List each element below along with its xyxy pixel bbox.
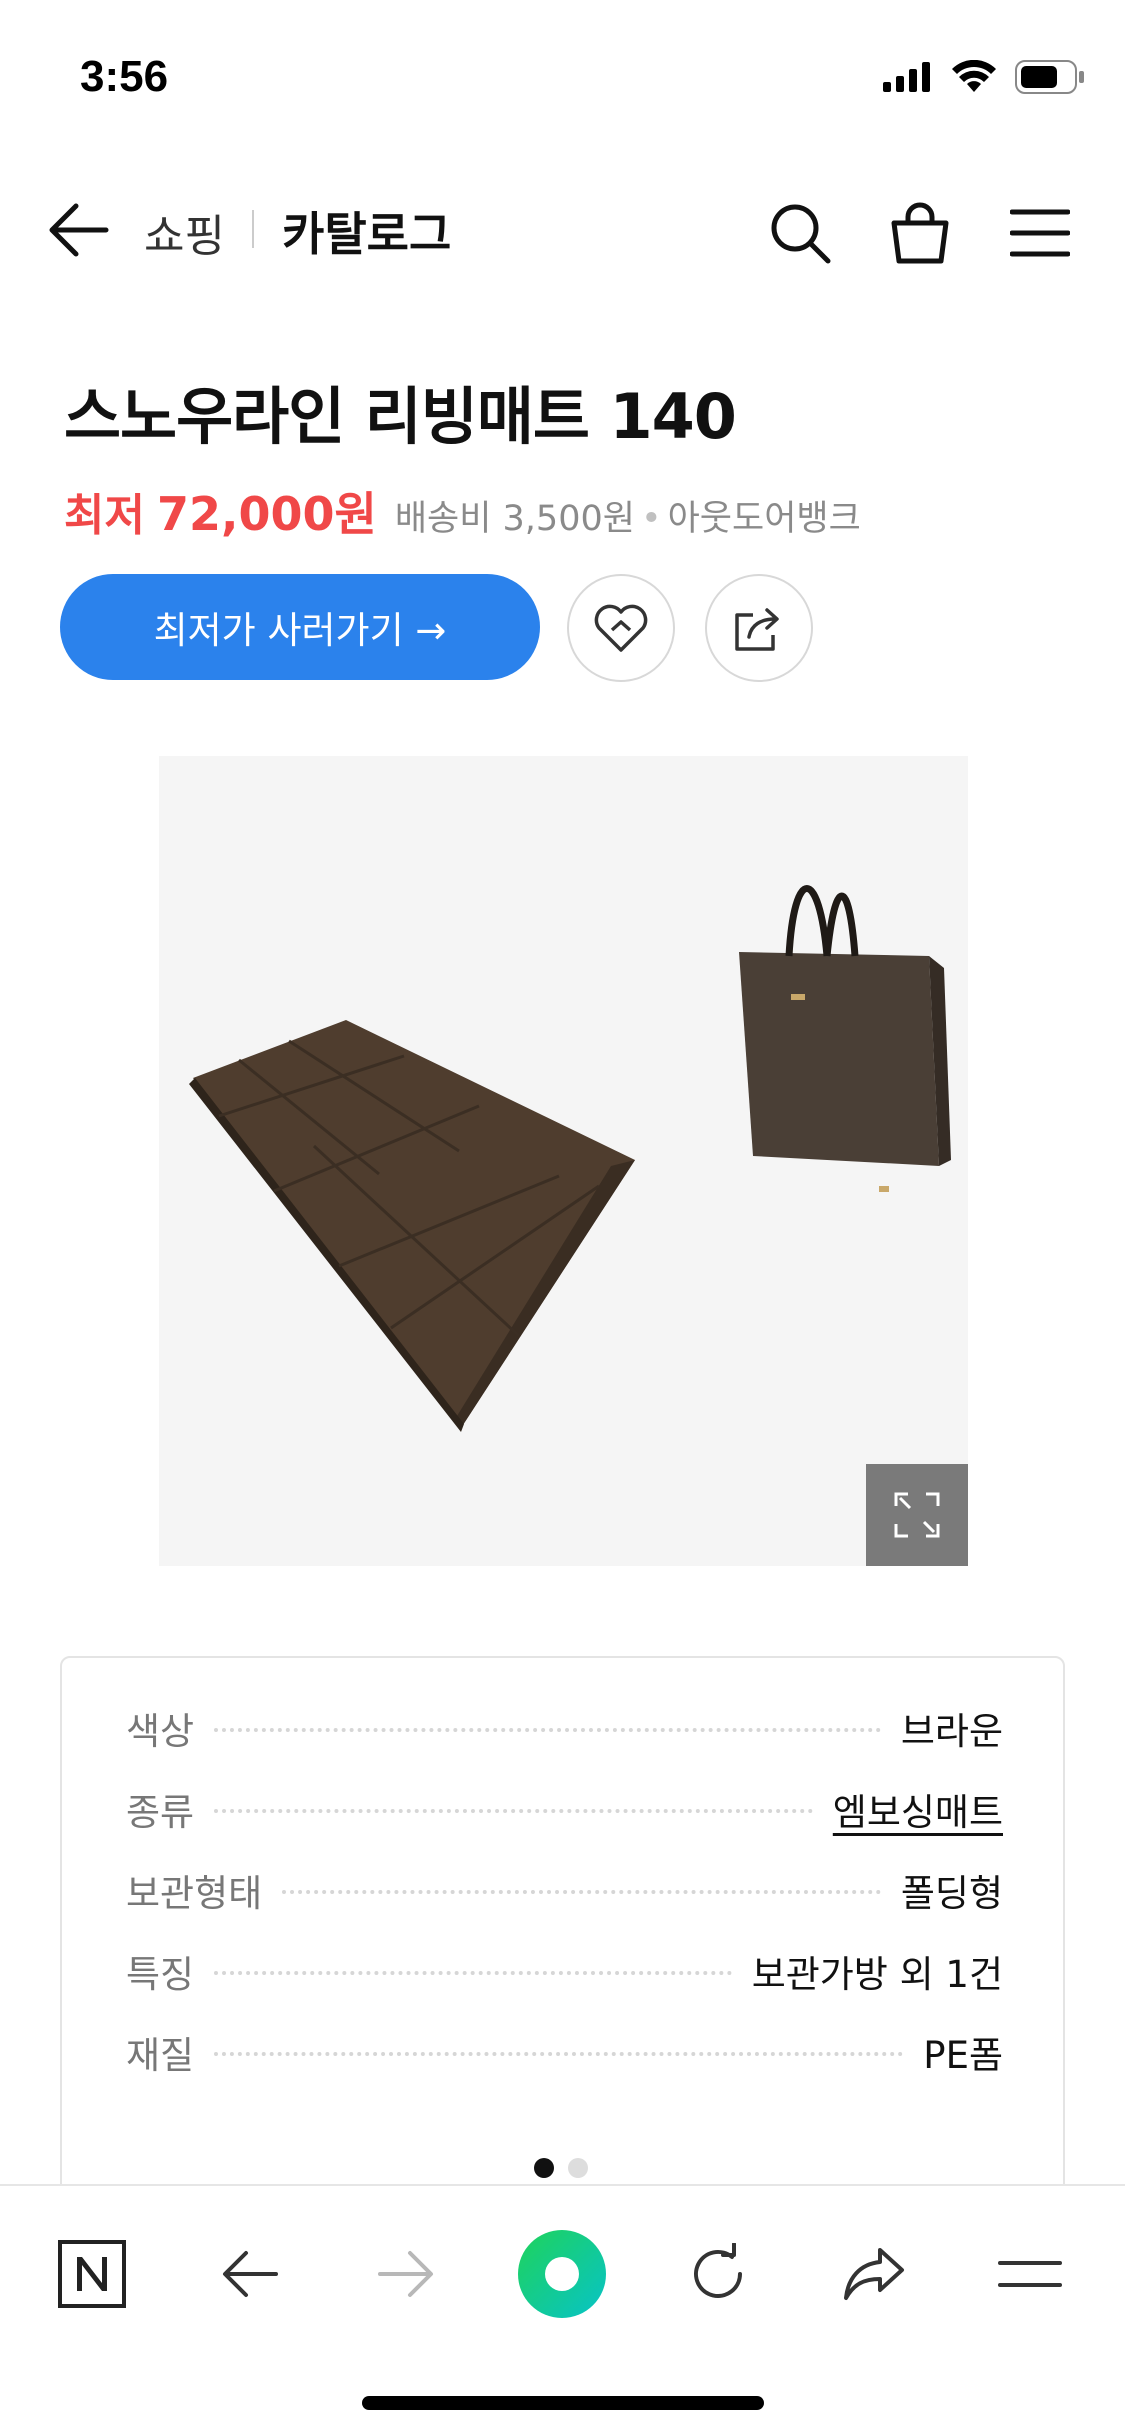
- heart-icon: [594, 604, 648, 652]
- menu-button[interactable]: [1002, 195, 1078, 271]
- wifi-icon: [952, 60, 996, 92]
- forward-icon: [378, 2251, 433, 2297]
- expand-icon: [894, 1492, 940, 1538]
- dotted-leader: [282, 1890, 881, 1894]
- toolbar-menu-button[interactable]: [982, 2226, 1078, 2322]
- spec-value: 폴딩형: [900, 1872, 1003, 1915]
- spec-row-color: 색상 브라운: [126, 1698, 1003, 1758]
- menu-icon: [1010, 209, 1070, 257]
- signal-icon: [883, 62, 930, 92]
- toolbar-share-button[interactable]: [826, 2226, 922, 2322]
- spec-label: 종류: [126, 1791, 195, 1834]
- status-icons: [883, 60, 1085, 94]
- seller-name[interactable]: 아웃도어뱅크: [668, 490, 861, 541]
- naver-n-icon: [58, 2240, 126, 2308]
- spec-value: 브라운: [900, 1710, 1003, 1753]
- spec-label: 보관형태: [126, 1872, 263, 1915]
- search-icon: [771, 204, 831, 264]
- green-home-button[interactable]: [514, 2226, 610, 2322]
- spec-row-type: 종류 엠보싱매트: [126, 1779, 1003, 1839]
- home-indicator[interactable]: [362, 2396, 764, 2410]
- breadcrumb-shopping[interactable]: 쇼핑: [144, 200, 225, 264]
- battery-icon: [1015, 60, 1084, 94]
- spec-row-storage: 보관형태 폴딩형: [126, 1860, 1003, 1920]
- shopping-bag-icon: [891, 202, 949, 264]
- spec-row-feature: 특징 보관가방 외 1건: [126, 1941, 1003, 2001]
- reload-button[interactable]: [670, 2226, 766, 2322]
- pager-dot[interactable]: [568, 2158, 588, 2178]
- green-dot-home-icon: [518, 2230, 606, 2318]
- price-row: 최저 72,000원 배송비 3,500원 • 아웃도어뱅크: [64, 478, 861, 544]
- spec-label: 색상: [126, 1710, 195, 1753]
- dotted-leader: [214, 1971, 732, 1975]
- shipping-fee: 배송비 3,500원: [394, 499, 635, 539]
- buy-lowest-price-button[interactable]: 최저가 사러가기 →: [60, 574, 540, 680]
- header: 쇼핑 카탈로그: [0, 180, 1125, 280]
- dotted-leader: [214, 1728, 881, 1732]
- pager-dot-active[interactable]: [534, 2158, 554, 2178]
- spec-row-material: 재질 PE폼: [126, 2022, 1003, 2082]
- lowest-price: 72,000원: [156, 487, 377, 541]
- spec-label: 특징: [126, 1953, 195, 1996]
- breadcrumb-catalog: 카탈로그: [282, 207, 452, 261]
- share-icon: [844, 2248, 904, 2300]
- spec-value-link[interactable]: 엠보싱매트: [833, 1782, 1003, 1836]
- expand-image-button[interactable]: [866, 1464, 968, 1566]
- spec-pager[interactable]: [534, 2158, 588, 2178]
- reload-icon: [694, 2243, 742, 2298]
- lowest-price-label: 최저: [64, 490, 145, 541]
- status-bar: 3:56: [0, 0, 1125, 150]
- share-button[interactable]: [705, 574, 813, 682]
- product-title: 스노우라인 리빙매트 140: [64, 380, 737, 453]
- wishlist-button[interactable]: [567, 574, 675, 682]
- separator-dot: •: [640, 499, 662, 539]
- spec-value: PE폼: [923, 2034, 1003, 2077]
- spec-value: 보관가방 외 1건: [751, 1953, 1003, 1996]
- menu-icon: [998, 2261, 1062, 2287]
- back-icon: [223, 2251, 278, 2297]
- status-time: 3:56: [80, 52, 169, 101]
- dotted-leader: [214, 1809, 813, 1813]
- browser-back-button[interactable]: [202, 2226, 298, 2322]
- naver-home-button[interactable]: [44, 2226, 140, 2322]
- browser-forward-button[interactable]: [358, 2226, 454, 2322]
- spec-label: 재질: [126, 2034, 195, 2077]
- back-arrow-icon: [49, 203, 109, 257]
- breadcrumb-divider: [252, 210, 254, 248]
- product-image[interactable]: [159, 756, 968, 1566]
- mat-and-bag-illustration: [189, 885, 951, 1432]
- dotted-leader: [214, 2052, 904, 2056]
- back-button[interactable]: [44, 195, 114, 265]
- share-icon: [735, 608, 779, 651]
- search-button[interactable]: [762, 195, 838, 271]
- cart-button[interactable]: [882, 195, 958, 271]
